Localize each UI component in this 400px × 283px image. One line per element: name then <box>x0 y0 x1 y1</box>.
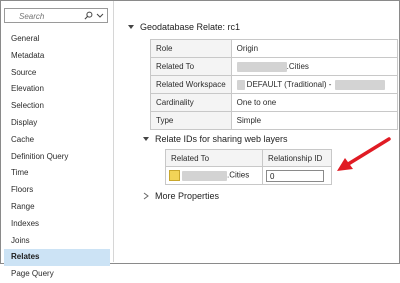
property-key: Related To <box>150 57 232 76</box>
property-value: DEFAULT (Traditional) - <box>246 79 332 89</box>
sidebar-item-joins[interactable]: Joins <box>4 233 110 250</box>
sidebar-item-floors[interactable]: Floors <box>4 182 110 199</box>
search-box[interactable]: Search <box>4 8 108 23</box>
chevron-down-icon[interactable] <box>96 11 104 20</box>
collapse-caret-icon[interactable] <box>127 23 135 31</box>
sidebar-item-definition-query[interactable]: Definition Query <box>4 149 110 166</box>
redacted-text <box>335 79 386 90</box>
properties-sidebar: Search General Metadata Source Elevation… <box>1 1 114 278</box>
property-key: Type <box>150 111 232 130</box>
relate-ids-section-header[interactable]: Relate IDs for sharing web layers <box>142 134 288 144</box>
related-to-cell: .Cities <box>165 166 263 185</box>
property-key: Cardinality <box>150 93 232 112</box>
redacted-text <box>236 61 287 72</box>
sidebar-item-page-query[interactable]: Page Query <box>4 266 110 283</box>
property-value-cell: DEFAULT (Traditional) - <box>230 75 399 94</box>
red-arrow-annotation <box>337 137 391 171</box>
expand-caret-icon[interactable] <box>142 192 150 200</box>
table-icon <box>169 170 180 181</box>
table-row: Related To .Cities <box>150 57 399 76</box>
search-input[interactable]: Search <box>19 12 44 21</box>
sidebar-item-selection[interactable]: Selection <box>4 98 110 115</box>
property-value: One to one <box>230 93 399 112</box>
related-to-value: .Cities <box>227 170 250 180</box>
sidebar-item-time[interactable]: Time <box>4 165 110 182</box>
table-row: .Cities 0 <box>165 166 332 185</box>
table-row: Cardinality One to one <box>150 93 399 112</box>
column-header-relationship-id: Relationship ID <box>262 149 332 167</box>
sidebar-item-general[interactable]: General <box>4 31 110 48</box>
more-properties-header[interactable]: More Properties <box>142 191 219 201</box>
sidebar-item-elevation[interactable]: Elevation <box>4 81 110 98</box>
sidebar-item-display[interactable]: Display <box>4 115 110 132</box>
relate-ids-table: Related To Relationship ID .Cities 0 <box>165 149 332 185</box>
property-value: .Cities <box>286 61 309 71</box>
sidebar-item-cache[interactable]: Cache <box>4 132 110 149</box>
table-row: Related Workspace DEFAULT (Traditional) … <box>150 75 399 94</box>
table-row: Role Origin <box>150 39 399 58</box>
relationship-id-cell[interactable]: 0 <box>262 166 332 185</box>
relate-section-title: Geodatabase Relate: rc1 <box>140 22 241 32</box>
property-value-cell: .Cities <box>230 57 399 76</box>
table-header-row: Related To Relationship ID <box>165 149 332 167</box>
relate-section-header[interactable]: Geodatabase Relate: rc1 <box>127 22 240 32</box>
sidebar-item-range[interactable]: Range <box>4 199 110 216</box>
property-value: Origin <box>230 39 399 58</box>
redacted-text <box>236 79 245 90</box>
relate-ids-section-title: Relate IDs for sharing web layers <box>155 134 288 144</box>
property-value: Simple <box>230 111 399 130</box>
redacted-text <box>182 170 227 181</box>
relationship-id-input[interactable]: 0 <box>266 169 324 182</box>
relates-panel: Geodatabase Relate: rc1 Role Origin Rela… <box>115 1 399 262</box>
more-properties-label: More Properties <box>155 191 220 201</box>
sidebar-item-metadata[interactable]: Metadata <box>4 48 110 65</box>
sidebar-item-indexes[interactable]: Indexes <box>4 216 110 233</box>
collapse-caret-icon[interactable] <box>142 135 150 143</box>
property-key: Role <box>150 39 232 58</box>
column-header-related-to: Related To <box>165 149 263 167</box>
sidebar-nav: General Metadata Source Elevation Select… <box>4 31 110 283</box>
property-key: Related Workspace <box>150 75 232 94</box>
sidebar-item-source[interactable]: Source <box>4 65 110 82</box>
search-icon[interactable] <box>84 11 93 20</box>
table-row: Type Simple <box>150 111 399 130</box>
relate-properties-table: Role Origin Related To .Cities Related W… <box>150 39 399 130</box>
